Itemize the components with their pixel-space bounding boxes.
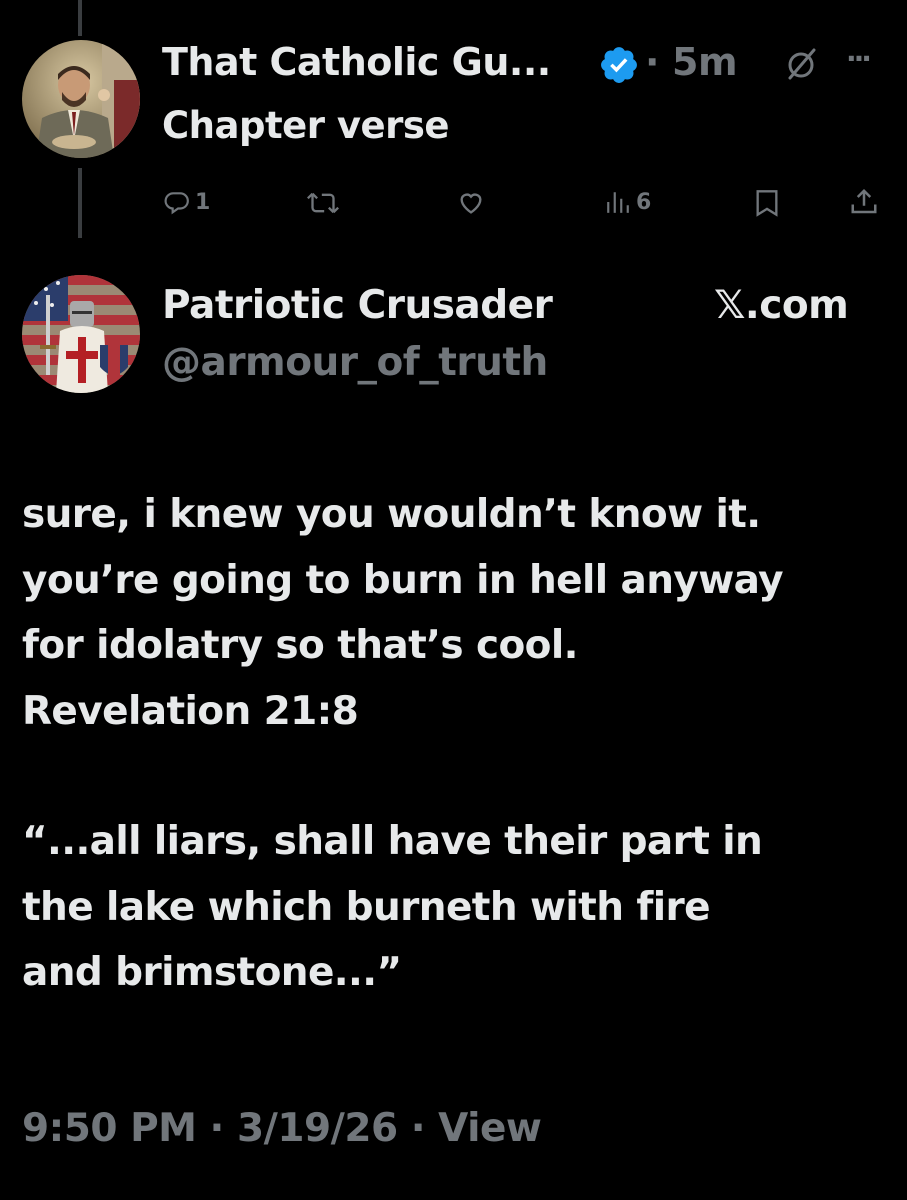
more-icon[interactable]: ···	[846, 42, 872, 75]
reply-count: 1	[195, 189, 211, 215]
post-timestamp[interactable]: 9:50 PM · 3/19/26 · View	[22, 1106, 542, 1151]
quote-line: “...all liars, shall have their part in	[22, 819, 763, 864]
share-icon[interactable]	[849, 187, 879, 221]
crusader-knight-image	[22, 275, 140, 393]
retweet-button[interactable]	[306, 189, 344, 217]
reply-post-text: sure, i knew you wouldn’t know it. you’r…	[22, 482, 892, 1006]
reply-handle[interactable]: @armour_of_truth	[162, 340, 548, 385]
reply-button[interactable]: 1	[163, 189, 210, 215]
tweet-time-separator: ·	[645, 40, 659, 84]
tweet-time[interactable]: 5m	[672, 40, 738, 84]
reply-icon	[164, 192, 189, 215]
quote-line: the lake which burneth with fire	[22, 884, 711, 930]
parent-author-name[interactable]: That Catholic Gu...	[162, 40, 551, 84]
like-icon	[460, 193, 482, 214]
grok-icon[interactable]	[784, 46, 820, 86]
quote-line: and brimstone...”	[22, 950, 402, 995]
priest-portrait-image	[22, 40, 140, 158]
reply-display-name[interactable]: Patriotic Crusader	[162, 283, 553, 328]
reply-avatar[interactable]	[22, 275, 140, 393]
parent-tweet-text: Chapter verse	[162, 104, 449, 147]
views-button[interactable]: 6	[604, 189, 651, 215]
like-button[interactable]	[456, 189, 490, 217]
post-line: sure, i knew you wouldn’t know it.	[22, 492, 761, 537]
post-line: Revelation 21:8	[22, 688, 359, 734]
bookmark-icon[interactable]	[754, 189, 780, 221]
thread-line-middle	[78, 168, 82, 238]
thread-line-top	[78, 0, 82, 36]
post-line: for idolatry so that’s cool.	[22, 623, 578, 668]
views-count: 6	[636, 189, 652, 215]
retweet-icon	[307, 192, 339, 214]
verified-badge-icon	[598, 44, 640, 90]
x-source-label[interactable]: 𝕏.com	[714, 283, 849, 328]
parent-avatar[interactable]	[22, 40, 140, 158]
post-line: you’re going to burn in hell anyway	[22, 557, 784, 603]
views-icon	[607, 192, 629, 213]
